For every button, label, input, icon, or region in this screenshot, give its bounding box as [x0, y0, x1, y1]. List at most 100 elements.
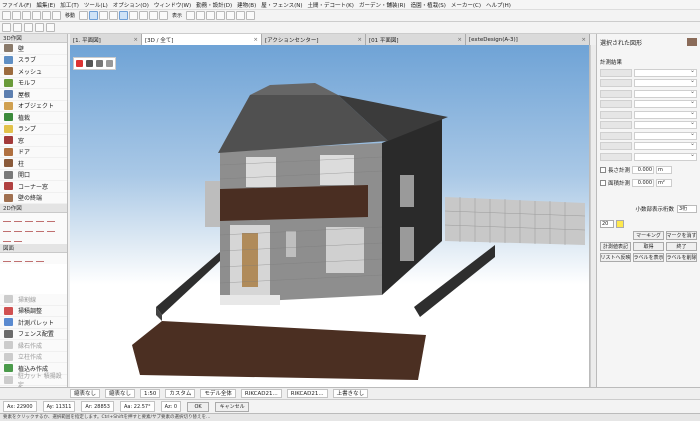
open-file-icon[interactable] [12, 11, 21, 20]
get-button[interactable]: 取得 [633, 241, 664, 251]
save-icon[interactable] [22, 11, 31, 20]
close-icon[interactable]: × [253, 37, 258, 43]
menu-item[interactable]: ツール(L) [84, 1, 108, 9]
palette-item[interactable]: 縁石作成 [0, 340, 67, 352]
line-tool-icon[interactable] [3, 215, 11, 222]
close-icon[interactable]: × [357, 37, 362, 43]
trash-icon[interactable] [96, 60, 103, 67]
annotate-button[interactable]: 計測値表記 [600, 241, 631, 251]
menu-item[interactable]: メーカー(C) [451, 1, 481, 9]
show-label-button[interactable]: ラベルを表示 [633, 252, 664, 262]
custom-field[interactable]: カスタム [165, 389, 196, 398]
render-icon[interactable] [159, 11, 169, 20]
marker-color-swatch[interactable] [616, 219, 624, 228]
menu-item[interactable]: 編集(E) [36, 1, 55, 9]
measure-cell[interactable] [600, 89, 632, 98]
snap-icon[interactable] [89, 11, 99, 20]
menu-item[interactable]: 土間・デコ一ト(K) [308, 1, 354, 9]
measure-dropdown[interactable] [634, 130, 697, 140]
measure-dropdown[interactable] [634, 77, 697, 88]
measure-cell[interactable] [600, 142, 632, 151]
close-icon[interactable]: × [581, 37, 586, 43]
print-icon[interactable] [32, 11, 41, 20]
palette-item[interactable]: ドア [0, 147, 67, 158]
camera-tool-icon[interactable] [3, 255, 11, 262]
marquee-tool-icon[interactable] [13, 23, 22, 32]
3d-viewport[interactable] [70, 45, 590, 387]
tab-action-center[interactable]: [アクションセンター] × [262, 34, 366, 45]
tab-plan-01[interactable]: [01 平面図] × [366, 34, 466, 45]
close-icon[interactable]: × [457, 37, 462, 43]
palette-item[interactable]: 掃積調整 [0, 306, 67, 317]
image-tool-icon[interactable] [25, 255, 33, 262]
measure-dropdown[interactable] [634, 67, 697, 77]
plan-view-icon[interactable] [129, 11, 139, 20]
measure-dropdown[interactable] [634, 151, 697, 161]
menu-item[interactable]: 勤務・設計(D) [196, 1, 232, 9]
palette-item[interactable]: 植栽 [0, 112, 67, 124]
ratio-field[interactable]: 1:50 [140, 389, 161, 398]
palette-item[interactable]: 屋根 [0, 89, 67, 101]
palette-item[interactable]: スラブ [0, 55, 67, 66]
marker-size-input[interactable]: 20 [600, 219, 614, 228]
measure-dropdown[interactable] [634, 119, 697, 130]
length-unit-select[interactable]: m [656, 165, 673, 174]
finish-button[interactable]: 終了 [666, 241, 697, 251]
fill-tool-icon[interactable] [36, 225, 44, 232]
menu-item[interactable]: ウィンドウ(W) [154, 1, 191, 9]
length-checkbox[interactable] [600, 166, 606, 173]
magic-wand-icon[interactable] [24, 23, 33, 32]
rect-tool-icon[interactable] [3, 225, 11, 232]
cancel-button[interactable]: キャンセル [215, 401, 250, 412]
orbit-icon[interactable] [216, 11, 226, 20]
scale-field-2[interactable]: 縮表なし [105, 389, 136, 398]
grid-icon[interactable] [99, 11, 109, 20]
menu-item[interactable]: 建物(B) [237, 1, 256, 9]
zoom-out-icon[interactable] [196, 11, 206, 20]
area-unit-select[interactable]: m² [656, 178, 673, 187]
menu-item[interactable]: 加工(T) [60, 1, 79, 9]
text-tool-icon[interactable] [14, 225, 22, 232]
pan-icon[interactable] [226, 11, 236, 20]
palette-item[interactable]: 計測パレット [0, 317, 67, 329]
menu-item[interactable]: ファイル(F) [2, 1, 31, 9]
elevation-icon[interactable] [149, 11, 159, 20]
palette-item[interactable]: 駐力ット 積揚設定 [0, 373, 67, 389]
measure-cell[interactable] [600, 131, 632, 140]
new-file-icon[interactable] [2, 11, 11, 20]
measure-cell[interactable] [600, 121, 632, 130]
circle-tool-icon[interactable] [47, 215, 55, 222]
layer-icon[interactable] [109, 11, 119, 20]
area-checkbox[interactable] [600, 179, 606, 186]
clear-marks-button[interactable]: マークを消す [666, 230, 697, 240]
measure-cell[interactable] [600, 79, 632, 88]
menu-item[interactable]: 屋・フェンス(N) [261, 1, 302, 9]
menu-item[interactable]: 造園・植栽(S) [411, 1, 446, 9]
cursor-icon[interactable] [79, 11, 89, 20]
palette-item[interactable]: モルフ [0, 78, 67, 89]
section-tool-icon[interactable] [14, 255, 22, 262]
palette-item[interactable]: 柱 [0, 158, 67, 170]
area-value[interactable]: 0.000 [632, 178, 655, 187]
palette-item[interactable]: 掃割線 [0, 294, 67, 306]
model-field[interactable]: モデル全体 [200, 389, 236, 398]
zoom-in-icon[interactable] [186, 11, 196, 20]
tab-layout[interactable]: [exteDesign(A-3)] × [466, 34, 590, 45]
menu-icon[interactable] [106, 60, 113, 67]
menu-item[interactable]: オプション(O) [113, 1, 149, 9]
palette-item[interactable]: 壁 [0, 43, 67, 55]
marker-icon[interactable] [76, 60, 83, 67]
palette-item[interactable]: オブジェクト [0, 101, 67, 112]
menu-item[interactable]: ヘルプ(H) [486, 1, 511, 9]
eyedropper-icon[interactable] [35, 23, 44, 32]
section-icon[interactable] [139, 11, 149, 20]
scale-field[interactable]: 縮表なし [70, 389, 101, 398]
measure-dropdown[interactable] [634, 109, 697, 119]
tab-3d[interactable]: [3D / 全て] × [142, 34, 262, 45]
dim-tool-icon[interactable] [25, 225, 33, 232]
redo-icon[interactable] [52, 11, 61, 20]
override-field[interactable]: 上書きなし [332, 389, 369, 398]
palette-item[interactable]: メッシュ [0, 66, 67, 78]
arc-tool-icon[interactable] [25, 215, 33, 222]
measure-dropdown[interactable] [634, 98, 697, 109]
